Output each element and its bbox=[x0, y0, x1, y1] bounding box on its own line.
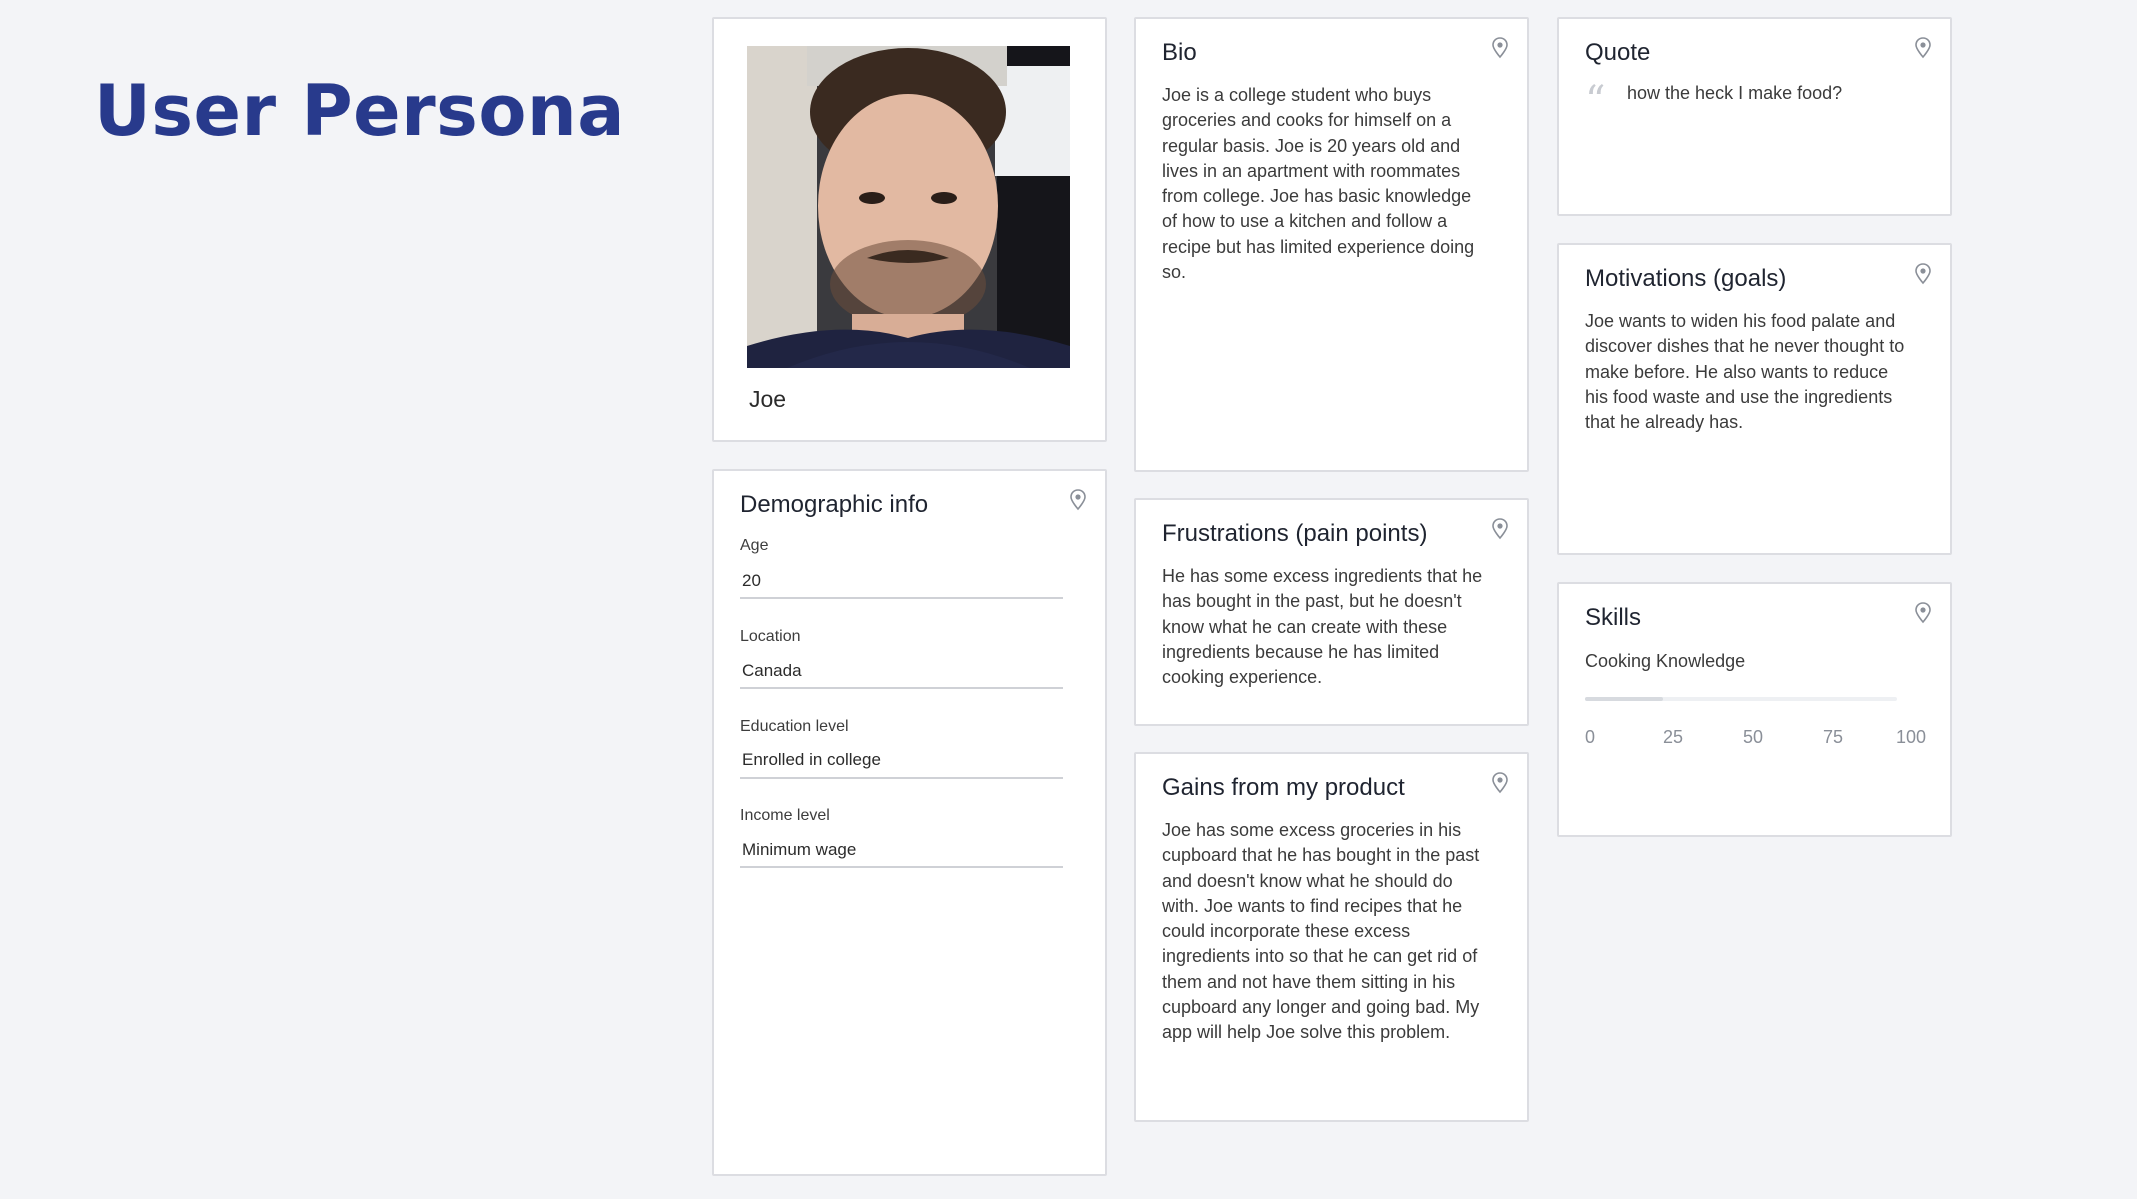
demographic-title: Demographic info bbox=[740, 491, 929, 518]
income-label: Income level bbox=[740, 807, 830, 824]
skill-label: Cooking Knowledge bbox=[1585, 651, 1746, 671]
location-underline bbox=[740, 687, 1063, 689]
gains-title: Gains from my product bbox=[1162, 774, 1405, 801]
pin-icon[interactable] bbox=[1491, 37, 1509, 59]
pin-icon[interactable] bbox=[1491, 772, 1509, 794]
scale-tick: 0 bbox=[1585, 727, 1596, 747]
skills-card: Skills Cooking Knowledge 0 25 50 75 100 bbox=[1557, 582, 1952, 837]
persona-photo-card: Joe bbox=[712, 17, 1107, 442]
gains-card: Gains from my product Joe has some exces… bbox=[1134, 752, 1529, 1122]
location-field[interactable]: Canada bbox=[742, 661, 802, 681]
pin-icon[interactable] bbox=[1914, 602, 1932, 624]
education-underline bbox=[740, 777, 1063, 779]
motivations-text: Joe wants to widen his food palate and d… bbox=[1585, 311, 1905, 433]
income-underline bbox=[740, 866, 1063, 868]
quote-title: Quote bbox=[1585, 39, 1651, 66]
quote-icon: “ bbox=[1585, 78, 1606, 124]
age-underline bbox=[740, 597, 1063, 599]
education-label: Education level bbox=[740, 718, 849, 735]
pin-icon[interactable] bbox=[1914, 37, 1932, 59]
gains-text: Joe has some excess groceries in his cup… bbox=[1162, 820, 1480, 1043]
scale-tick: 50 bbox=[1743, 727, 1764, 747]
income-field[interactable]: Minimum wage bbox=[742, 840, 856, 860]
demographic-card: Demographic info Age 20 Location Canada … bbox=[712, 469, 1107, 1176]
frustrations-title: Frustrations (pain points) bbox=[1162, 520, 1428, 547]
skills-title: Skills bbox=[1585, 604, 1642, 631]
pin-icon[interactable] bbox=[1914, 263, 1932, 285]
age-field[interactable]: 20 bbox=[742, 571, 761, 591]
bio-title: Bio bbox=[1162, 39, 1197, 66]
persona-photo bbox=[747, 46, 1070, 368]
scale-tick: 75 bbox=[1823, 727, 1844, 747]
age-label: Age bbox=[740, 537, 769, 554]
persona-name: Joe bbox=[749, 386, 787, 412]
bio-card: Bio Joe is a college student who buys gr… bbox=[1134, 17, 1529, 472]
location-label: Location bbox=[740, 628, 801, 645]
pin-icon[interactable] bbox=[1069, 489, 1087, 511]
skill-slider[interactable] bbox=[1585, 697, 1897, 701]
bio-text: Joe is a college student who buys grocer… bbox=[1162, 85, 1475, 283]
skill-slider-fill bbox=[1585, 697, 1663, 701]
education-field[interactable]: Enrolled in college bbox=[742, 750, 881, 770]
scale-tick: 25 bbox=[1663, 727, 1684, 747]
frustrations-text: He has some excess ingredients that he h… bbox=[1162, 566, 1483, 688]
quote-text: how the heck I make food? bbox=[1627, 83, 1843, 103]
page-title: User Persona bbox=[94, 70, 625, 152]
quote-card: Quote “ how the heck I make food? bbox=[1557, 17, 1952, 216]
frustrations-card: Frustrations (pain points) He has some e… bbox=[1134, 498, 1529, 726]
motivations-card: Motivations (goals) Joe wants to widen h… bbox=[1557, 243, 1952, 555]
scale-tick: 100 bbox=[1896, 727, 1927, 747]
pin-icon[interactable] bbox=[1491, 518, 1509, 540]
motivations-title: Motivations (goals) bbox=[1585, 265, 1787, 292]
